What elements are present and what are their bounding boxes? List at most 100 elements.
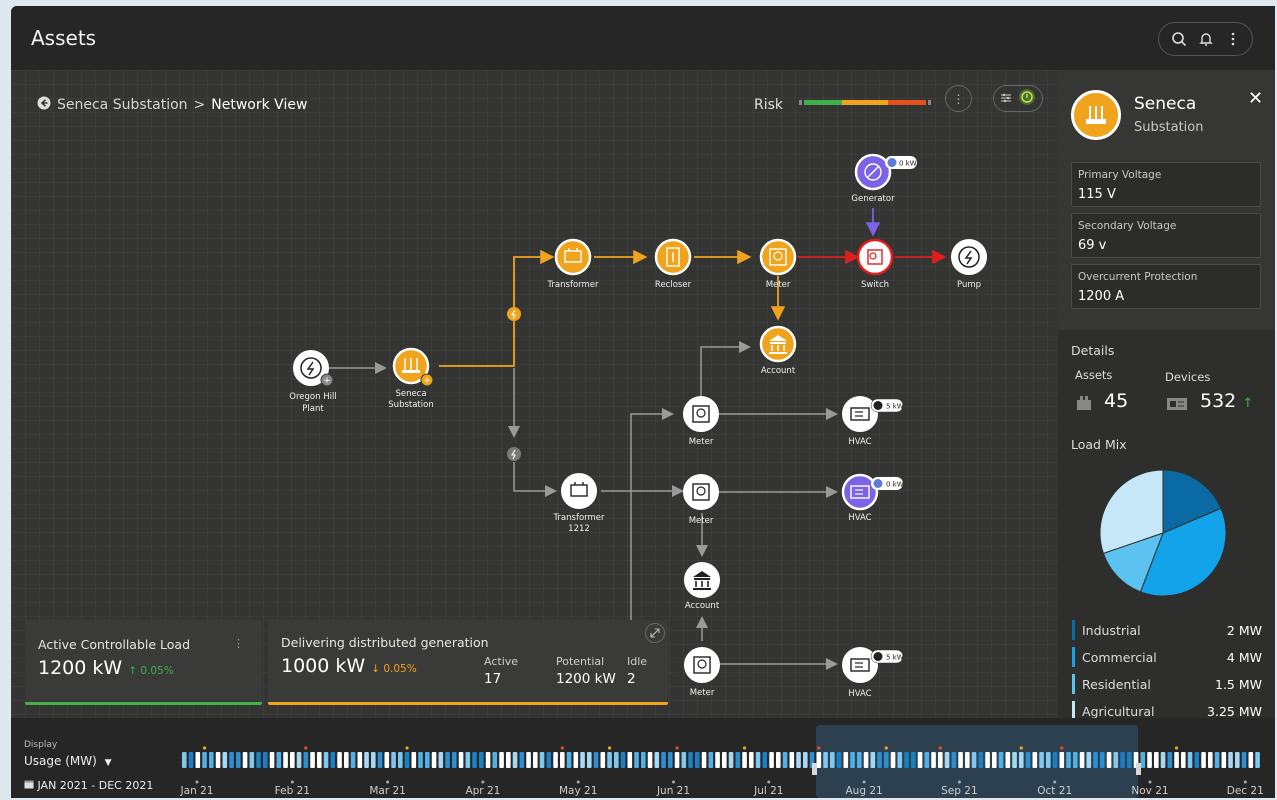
- timeline-bar: [411, 752, 417, 768]
- timeline-bar: [796, 752, 801, 768]
- card-title: Active Controllable Load: [38, 637, 191, 652]
- display-select[interactable]: Usage (MW) ▼: [24, 754, 112, 768]
- timeline-chart[interactable]: Jan 21 Feb 21 Mar 21 Apr 21 May 21 Jun 21 Jul …: [161, 718, 1266, 798]
- timeline-bar: [607, 752, 612, 768]
- timeline-bar: [350, 752, 356, 768]
- timeline-bar: [971, 752, 977, 768]
- junction-orange[interactable]: [507, 307, 521, 321]
- timeline-event-dot: [560, 746, 564, 750]
- node-meter-1[interactable]: Meter: [683, 396, 719, 447]
- node-hvac-1[interactable]: 5 kW HVAC: [842, 396, 904, 447]
- search-icon[interactable]: [1168, 28, 1190, 50]
- node-transformer[interactable]: Transformer: [546, 238, 599, 290]
- timeline-bar: [323, 752, 329, 768]
- chevron-down-icon: ▼: [104, 758, 112, 768]
- node-transformer-1212[interactable]: Transformer 1212: [552, 473, 605, 534]
- timeline-bar: [337, 752, 342, 768]
- page-title: Assets: [31, 26, 97, 50]
- card-value: 1200 kW ↑ 0.05%: [38, 657, 174, 679]
- timeline-bar: [884, 752, 889, 768]
- timeline-bar: [924, 752, 930, 768]
- timeline-bar: [229, 752, 234, 768]
- node-meter-top[interactable]: Meter: [759, 238, 797, 290]
- node-oregon-hill-plant[interactable]: + Oregon Hill Plant: [289, 350, 337, 414]
- month-tick: [1243, 780, 1247, 784]
- timeline-bar: [789, 752, 795, 768]
- timeline-bar: [870, 752, 876, 768]
- potential-label: Potential: [556, 655, 605, 668]
- timeline-event-dot: [607, 746, 612, 750]
- timeline-bar: [391, 752, 396, 768]
- timeline-bar: [816, 752, 822, 768]
- timeline-bar: [472, 752, 477, 768]
- timeline-bar: [1235, 752, 1240, 768]
- timeline-bar: [465, 752, 471, 768]
- timeline-bar: [641, 752, 646, 768]
- timeline-bar: [1019, 752, 1024, 768]
- node-hvac-3[interactable]: 5 kW HVAC: [842, 647, 904, 699]
- timeline-event-dot: [1019, 746, 1023, 750]
- close-icon[interactable]: ✕: [1248, 88, 1263, 109]
- node-recloser[interactable]: Recloser: [654, 238, 692, 290]
- node-account-top[interactable]: Account: [759, 325, 797, 376]
- timeline-bar: [418, 752, 423, 768]
- node-switch[interactable]: Switch: [856, 238, 894, 290]
- card-value: 1000 kW ↓ 0.05%: [281, 655, 417, 677]
- display-label: Display: [24, 740, 58, 750]
- svg-text:Account: Account: [761, 366, 796, 376]
- app-window: Assets Seneca Substation > Network View …: [11, 6, 1275, 798]
- svg-text:Recloser: Recloser: [655, 280, 692, 290]
- timeline-bar: [998, 752, 1004, 768]
- timeline-bar: [458, 752, 464, 768]
- timeline-bar: [769, 752, 774, 768]
- node-pump[interactable]: Pump: [951, 239, 987, 290]
- timeline-bar: [296, 752, 302, 768]
- timeline-bar: [209, 752, 214, 768]
- timeline-bar: [310, 752, 315, 768]
- svg-text:Meter: Meter: [689, 437, 714, 447]
- timeline-bar: [877, 752, 882, 768]
- devices-count: 532 ↑: [1200, 390, 1253, 412]
- timeline-bar: [290, 752, 295, 768]
- node-meter-3[interactable]: Meter: [684, 647, 720, 698]
- node-generator[interactable]: 0 kW Generator: [851, 153, 917, 204]
- active-controllable-load-card[interactable]: Active Controllable Load ⋮ 1200 kW ↑ 0.05…: [25, 620, 262, 705]
- expand-icon[interactable]: [645, 623, 665, 643]
- timeline-bar: [890, 752, 896, 768]
- active-value: 17: [484, 671, 502, 687]
- svg-text:Seneca: Seneca: [395, 389, 426, 399]
- network-canvas[interactable]: Seneca Substation > Network View Risk ⋮: [11, 70, 1058, 718]
- node-account-bottom[interactable]: Account: [684, 562, 720, 611]
- spec-value: 1200 A: [1078, 289, 1125, 304]
- timeline-bar: [283, 752, 288, 768]
- timeline-bar: [1025, 752, 1031, 768]
- spec-label: Overcurrent Protection: [1078, 271, 1198, 283]
- timeline-bar: [1174, 752, 1179, 768]
- legend-name: Residential: [1082, 677, 1151, 692]
- legend-value: 4 MW: [1226, 650, 1262, 665]
- top-actions: [1158, 22, 1253, 56]
- more-vertical-icon[interactable]: [1222, 28, 1244, 50]
- selection-handle-right[interactable]: [1136, 763, 1141, 775]
- timeline-event-dot: [1060, 746, 1064, 750]
- timeline-bar: [695, 752, 700, 768]
- node-hvac-2[interactable]: 0 kW HVAC: [841, 473, 904, 523]
- timeline-bar: [1255, 752, 1260, 768]
- timeline-bar: [755, 752, 761, 768]
- timeline-bar: [202, 752, 207, 768]
- node-seneca-substation[interactable]: + Seneca Substation: [388, 347, 434, 410]
- node-meter-2[interactable]: Meter: [683, 474, 719, 526]
- top-bar: Assets: [11, 6, 1275, 70]
- selection-handle-left[interactable]: [812, 763, 817, 775]
- timeline-bar: [1181, 752, 1186, 768]
- date-range[interactable]: JAN 2021 - DEC 2021: [24, 779, 153, 792]
- timeline-bar: [985, 752, 990, 768]
- timeline-bar: [188, 752, 194, 768]
- junction-gray[interactable]: [507, 447, 521, 461]
- timeline-bar: [1005, 752, 1011, 768]
- bell-icon[interactable]: [1195, 28, 1217, 50]
- distributed-generation-card[interactable]: Delivering distributed generation 1000 k…: [268, 620, 668, 705]
- svg-text:Account: Account: [685, 601, 720, 611]
- card-menu-icon[interactable]: ⋮: [233, 637, 244, 650]
- timeline-bar: [965, 752, 970, 768]
